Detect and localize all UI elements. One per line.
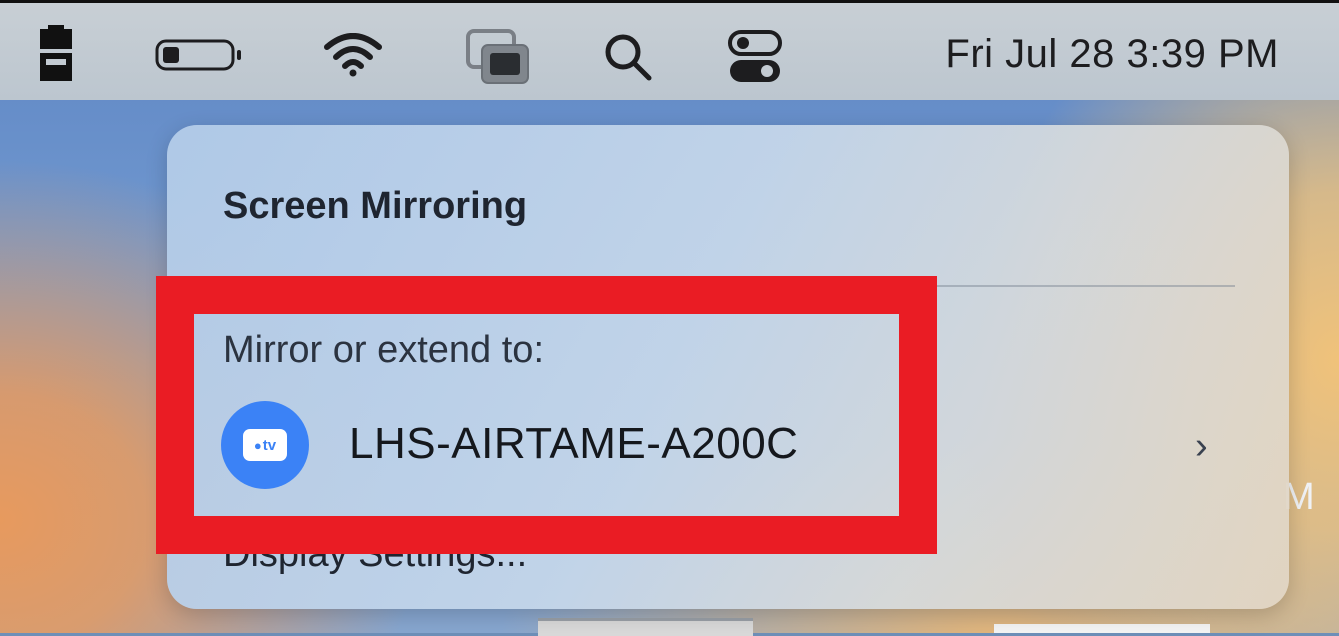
- wifi-icon[interactable]: [324, 33, 382, 82]
- background-window-fragment: [538, 618, 753, 636]
- spotlight-search-icon[interactable]: [602, 31, 654, 88]
- battery-icon[interactable]: [155, 39, 245, 76]
- popover-title: Screen Mirroring: [223, 185, 528, 227]
- chevron-right-icon[interactable]: ›: [1195, 425, 1208, 468]
- finder-tray-icon[interactable]: [38, 25, 74, 88]
- background-window-fragment-2: [994, 624, 1210, 633]
- menu-bar: Fri Jul 28 3:39 PM: [0, 0, 1339, 100]
- control-center-icon[interactable]: [727, 29, 783, 90]
- highlight-annotation-box: [156, 276, 937, 554]
- menu-bar-clock[interactable]: Fri Jul 28 3:39 PM: [945, 32, 1279, 77]
- screen-mirroring-icon[interactable]: [466, 29, 530, 90]
